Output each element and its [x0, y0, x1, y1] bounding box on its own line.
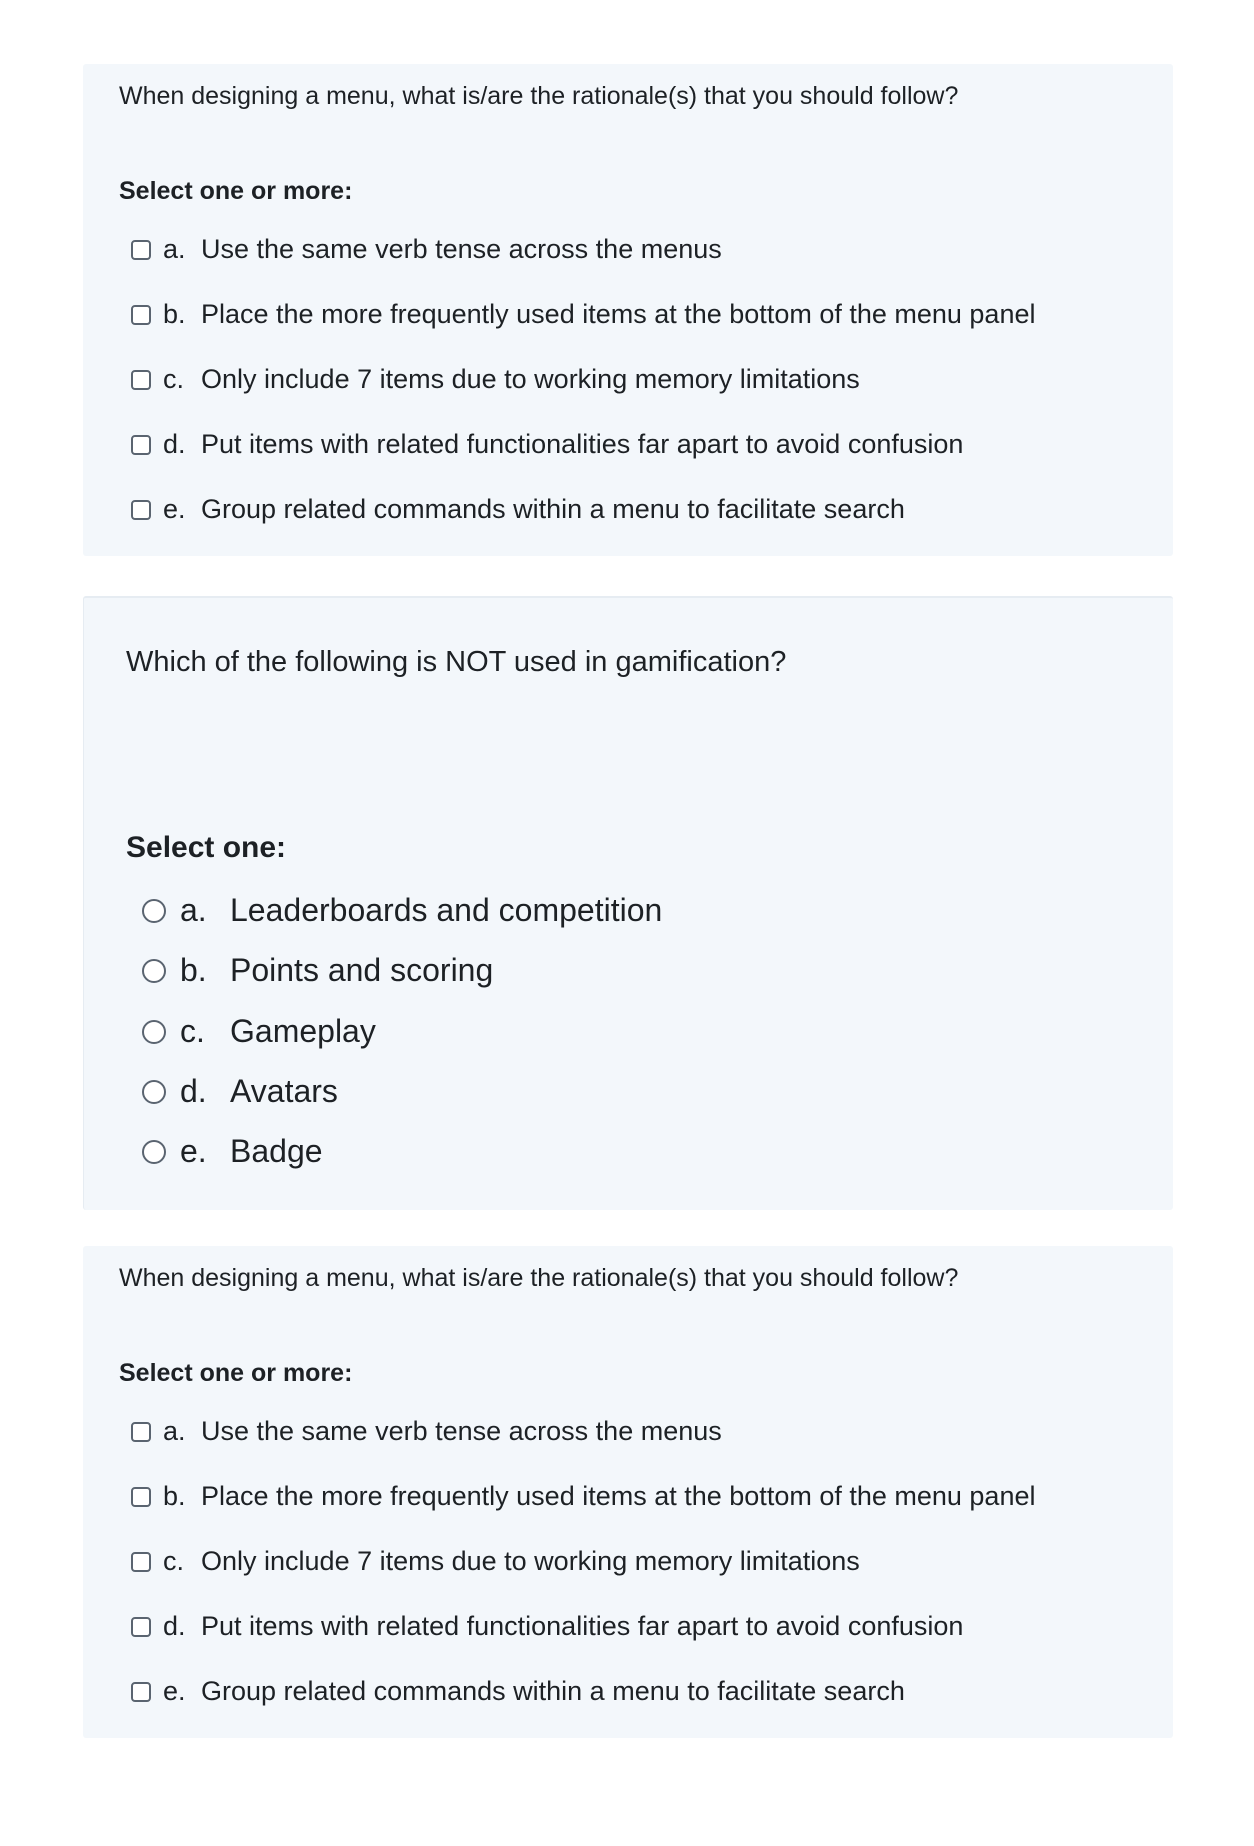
answer-option-e[interactable]: e. Badge [142, 1133, 323, 1170]
answer-option-a[interactable]: a. Leaderboards and competition [142, 892, 662, 929]
checkbox-e[interactable] [131, 1681, 151, 1702]
answer-option-a[interactable]: a. Use the same verb tense across the me… [131, 234, 722, 265]
radio-c[interactable] [142, 1019, 166, 1044]
checkbox-c[interactable] [131, 369, 151, 390]
answer-label: Avatars [230, 1073, 338, 1109]
answer-prompt: Select one: [126, 831, 287, 864]
checkbox-b[interactable] [131, 1486, 151, 1507]
radio-b[interactable] [142, 958, 166, 983]
checkbox-d[interactable] [131, 434, 151, 455]
answer-letter: c. [180, 1013, 205, 1049]
answer-option-d[interactable]: d. Avatars [142, 1073, 338, 1110]
question-card-2: Which of the following is NOT used in ga… [83, 596, 1173, 1210]
answer-label: Use the same verb tense across the menus [201, 1416, 722, 1446]
checkbox-a[interactable] [131, 239, 151, 260]
answer-option-e[interactable]: e. Group related commands within a menu … [131, 494, 905, 525]
answer-label: Place the more frequently used items at … [201, 299, 1036, 329]
question-card-3: When designing a menu, what is/are the r… [83, 1246, 1173, 1738]
answer-label: Group related commands within a menu to … [201, 1676, 905, 1706]
answer-label: Leaderboards and competition [230, 892, 663, 928]
answer-label: Group related commands within a menu to … [201, 494, 905, 524]
answer-letter: d. [163, 429, 186, 459]
answer-letter: b. [163, 299, 186, 329]
checkbox-d[interactable] [131, 1616, 151, 1637]
answer-option-a[interactable]: a. Use the same verb tense across the me… [131, 1416, 722, 1447]
answer-label: Only include 7 items due to working memo… [201, 364, 860, 394]
answer-option-d[interactable]: d. Put items with related functionalitie… [131, 429, 963, 460]
question-text: When designing a menu, what is/are the r… [119, 82, 959, 110]
answer-label: Use the same verb tense across the menus [201, 234, 722, 264]
answer-prompt: Select one or more: [119, 1359, 353, 1387]
answer-option-c[interactable]: c. Only include 7 items due to working m… [131, 364, 860, 395]
answer-option-b[interactable]: b. Points and scoring [142, 952, 493, 989]
answer-letter: c. [163, 1546, 185, 1576]
answer-option-d[interactable]: d. Put items with related functionalitie… [131, 1611, 963, 1642]
answer-prompt: Select one or more: [119, 177, 353, 205]
checkbox-c[interactable] [131, 1551, 151, 1572]
checkbox-a[interactable] [131, 1421, 151, 1442]
answer-letter: c. [163, 364, 185, 394]
answer-label: Put items with related functionalities f… [201, 429, 964, 459]
answer-letter: a. [163, 1416, 186, 1446]
radio-d[interactable] [142, 1079, 166, 1104]
answer-label: Only include 7 items due to working memo… [201, 1546, 860, 1576]
answer-letter: e. [163, 1676, 186, 1706]
answer-option-c[interactable]: c. Only include 7 items due to working m… [131, 1546, 860, 1577]
radio-a[interactable] [142, 898, 166, 923]
answer-letter: a. [180, 892, 207, 928]
answer-letter: b. [163, 1481, 186, 1511]
answer-label: Place the more frequently used items at … [201, 1481, 1036, 1511]
answer-letter: a. [163, 234, 186, 264]
answer-option-e[interactable]: e. Group related commands within a menu … [131, 1676, 905, 1707]
checkbox-e[interactable] [131, 499, 151, 520]
answer-letter: b. [180, 952, 207, 988]
checkbox-b[interactable] [131, 304, 151, 325]
answer-label: Gameplay [230, 1013, 376, 1049]
answer-letter: d. [163, 1611, 186, 1641]
answer-letter: e. [163, 494, 186, 524]
answer-label: Badge [230, 1133, 323, 1169]
question-card-1: When designing a menu, what is/are the r… [83, 64, 1173, 556]
answer-letter: d. [180, 1073, 207, 1109]
answer-label: Points and scoring [230, 952, 494, 988]
radio-e[interactable] [142, 1139, 166, 1164]
answer-letter: e. [180, 1133, 207, 1169]
answer-option-c[interactable]: c. Gameplay [142, 1013, 376, 1050]
question-text: Which of the following is NOT used in ga… [126, 646, 787, 678]
answer-option-b[interactable]: b. Place the more frequently used items … [131, 1481, 1035, 1512]
answer-option-b[interactable]: b. Place the more frequently used items … [131, 299, 1035, 330]
answer-label: Put items with related functionalities f… [201, 1611, 964, 1641]
question-text: When designing a menu, what is/are the r… [119, 1264, 959, 1292]
